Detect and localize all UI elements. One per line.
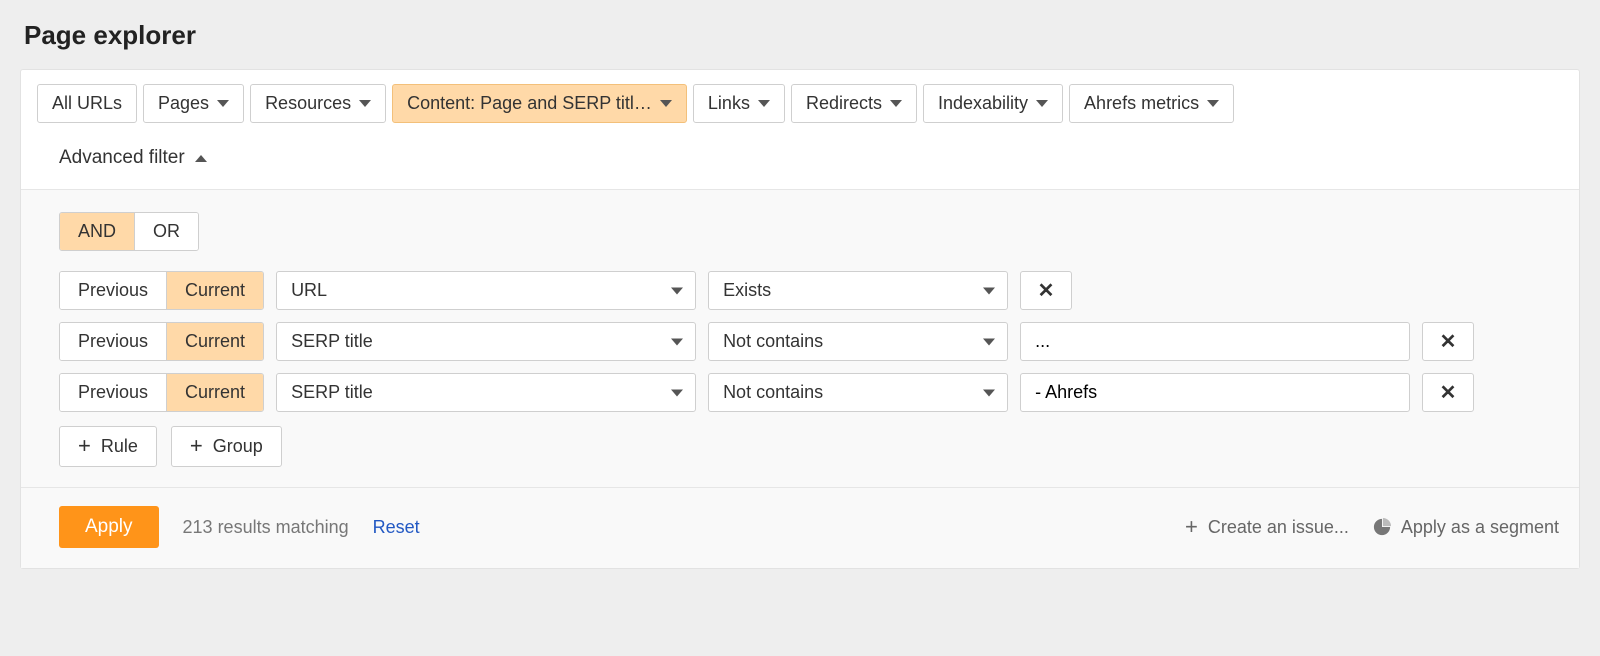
chevron-down-icon — [1207, 100, 1219, 107]
logic-and-button[interactable]: AND — [60, 213, 135, 250]
close-icon — [1038, 278, 1055, 303]
rule-row: PreviousCurrent SERP title Not contains — [59, 373, 1563, 412]
create-issue-action[interactable]: Create an issue... — [1185, 516, 1349, 539]
chevron-up-icon — [195, 155, 207, 162]
remove-rule-button[interactable] — [1020, 271, 1072, 310]
toolbar-item[interactable]: Pages — [143, 84, 244, 123]
field-select[interactable]: SERP title — [276, 322, 696, 361]
crawl-previous-button[interactable]: Previous — [60, 374, 167, 411]
toolbar-item[interactable]: Indexability — [923, 84, 1063, 123]
create-issue-label: Create an issue... — [1208, 517, 1349, 538]
toolbar-item-label: All URLs — [52, 93, 122, 114]
toolbar-item[interactable]: Ahrefs metrics — [1069, 84, 1234, 123]
close-icon — [1440, 329, 1457, 354]
operator-select-value: Not contains — [723, 331, 823, 352]
plus-icon — [78, 435, 91, 458]
crawl-toggle: PreviousCurrent — [59, 271, 264, 310]
crawl-current-button[interactable]: Current — [167, 272, 263, 309]
rule-row: PreviousCurrent SERP title Not contains — [59, 322, 1563, 361]
toolbar-item-label: Links — [708, 93, 750, 114]
chevron-down-icon — [758, 100, 770, 107]
toolbar-item-label: Content: Page and SERP titl… — [407, 93, 652, 114]
advanced-filter-label: Advanced filter — [59, 147, 185, 169]
toolbar-item[interactable]: Redirects — [791, 84, 917, 123]
chevron-down-icon — [671, 389, 683, 396]
value-input[interactable] — [1020, 322, 1410, 361]
operator-select[interactable]: Exists — [708, 271, 1008, 310]
toolbar-item[interactable]: All URLs — [37, 84, 137, 123]
rule-row: PreviousCurrent URL Exists — [59, 271, 1563, 310]
add-rule-label: Rule — [101, 436, 138, 457]
chevron-down-icon — [217, 100, 229, 107]
toolbar-item[interactable]: Content: Page and SERP titl… — [392, 84, 687, 123]
add-group-button[interactable]: Group — [171, 426, 282, 467]
add-rule-button[interactable]: Rule — [59, 426, 157, 467]
toolbar-row: All URLs Pages Resources Content: Page and … — [37, 84, 1563, 123]
chevron-down-icon — [671, 338, 683, 345]
crawl-current-button[interactable]: Current — [167, 323, 263, 360]
chevron-down-icon — [983, 287, 995, 294]
page-title: Page explorer — [24, 20, 1580, 51]
chevron-down-icon — [983, 338, 995, 345]
toolbar-area: All URLs Pages Resources Content: Page and … — [21, 70, 1579, 190]
toolbar-item[interactable]: Links — [693, 84, 785, 123]
field-select-value: URL — [291, 280, 327, 301]
chevron-down-icon — [983, 389, 995, 396]
chevron-down-icon — [671, 287, 683, 294]
reset-link[interactable]: Reset — [373, 517, 420, 538]
filter-body: AND OR PreviousCurrentURLExistsPreviousC… — [21, 190, 1579, 487]
chevron-down-icon — [660, 100, 672, 107]
apply-segment-label: Apply as a segment — [1401, 517, 1559, 538]
chevron-down-icon — [1036, 100, 1048, 107]
toolbar-item-label: Resources — [265, 93, 351, 114]
rules-list: PreviousCurrentURLExistsPreviousCurrentS… — [59, 271, 1563, 412]
toolbar-item-label: Pages — [158, 93, 209, 114]
field-select[interactable]: SERP title — [276, 373, 696, 412]
operator-select-value: Exists — [723, 280, 771, 301]
logic-or-button[interactable]: OR — [135, 213, 198, 250]
value-input[interactable] — [1020, 373, 1410, 412]
crawl-toggle: PreviousCurrent — [59, 373, 264, 412]
remove-rule-button[interactable] — [1422, 322, 1474, 361]
field-select-value: SERP title — [291, 382, 373, 403]
logic-toggle: AND OR — [59, 212, 199, 251]
plus-icon — [190, 435, 203, 458]
results-count: 213 results matching — [183, 517, 349, 538]
toolbar-item-label: Ahrefs metrics — [1084, 93, 1199, 114]
chevron-down-icon — [890, 100, 902, 107]
add-row: Rule Group — [59, 426, 1563, 467]
crawl-toggle: PreviousCurrent — [59, 322, 264, 361]
close-icon — [1440, 380, 1457, 405]
pie-chart-icon — [1373, 518, 1391, 536]
advanced-filter-toggle[interactable]: Advanced filter — [37, 143, 209, 171]
footer: Apply 213 results matching Reset Create … — [21, 487, 1579, 568]
operator-select[interactable]: Not contains — [708, 322, 1008, 361]
toolbar-item-label: Redirects — [806, 93, 882, 114]
apply-button[interactable]: Apply — [59, 506, 159, 548]
plus-icon — [1185, 516, 1198, 539]
remove-rule-button[interactable] — [1422, 373, 1474, 412]
field-select[interactable]: URL — [276, 271, 696, 310]
crawl-previous-button[interactable]: Previous — [60, 272, 167, 309]
chevron-down-icon — [359, 100, 371, 107]
toolbar-item[interactable]: Resources — [250, 84, 386, 123]
toolbar-item-label: Indexability — [938, 93, 1028, 114]
crawl-current-button[interactable]: Current — [167, 374, 263, 411]
operator-select[interactable]: Not contains — [708, 373, 1008, 412]
crawl-previous-button[interactable]: Previous — [60, 323, 167, 360]
filter-card: All URLs Pages Resources Content: Page and … — [20, 69, 1580, 569]
operator-select-value: Not contains — [723, 382, 823, 403]
field-select-value: SERP title — [291, 331, 373, 352]
add-group-label: Group — [213, 436, 263, 457]
apply-segment-action[interactable]: Apply as a segment — [1373, 517, 1559, 538]
